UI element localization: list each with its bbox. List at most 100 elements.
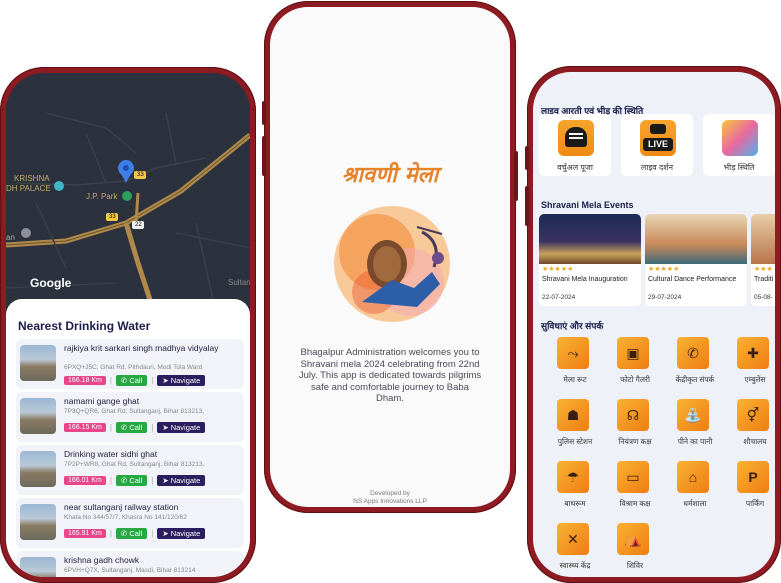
location-thumbnail [20, 345, 56, 381]
distance-badge: 166.18 Km [64, 376, 106, 385]
phone-icon: ✆ [677, 337, 709, 369]
water-tap-icon: ⛲ [677, 399, 709, 431]
phone-right: लाइव आरती एवं भीड़ की स्थिति वर्चुअल पूज… [525, 66, 781, 583]
water-list: rajkiya krit sarkari singh madhya vidyal… [16, 339, 244, 577]
location-name: near sultanganj railway station [64, 502, 179, 512]
event-rating: ★★★ [754, 266, 773, 273]
side-button [262, 136, 266, 176]
location-name: namami gange ghat [64, 396, 140, 406]
list-item[interactable]: near sultanganj railway station Khata No… [16, 498, 244, 548]
location-name: krishna gadh chowk [64, 555, 140, 565]
event-name: Cultural Dance Performance [648, 276, 737, 283]
live-card-virtual-puja[interactable]: वर्चुअल पूजा [539, 114, 611, 176]
events-title: Shravani Mela Events [541, 200, 634, 210]
call-button[interactable]: ✆ Call [115, 422, 148, 433]
list-item[interactable]: namami gange ghat 7P3Q+QR6, Ghat Rd, Sul… [16, 392, 244, 442]
route-number: 22 [135, 222, 142, 228]
navigate-button[interactable]: ➤ Navigate [157, 528, 206, 539]
navigate-button[interactable]: ➤ Navigate [157, 475, 206, 486]
service-health-centre[interactable]: ✕ स्वास्थ्य केंद्र [545, 523, 605, 577]
service-parking[interactable]: P पार्किंग [725, 461, 775, 519]
live-camera-icon: LIVE [640, 120, 676, 156]
location-name: rajkiya krit sarkari singh madhya vidyal… [64, 343, 219, 353]
live-card-label: भीड़ स्थिति [723, 163, 755, 172]
location-name: Drinking water sidhi ghat [64, 449, 158, 459]
list-item[interactable]: Drinking water sidhi ghat 7P2P+WR8, Ghat… [16, 445, 244, 495]
side-button [262, 101, 266, 125]
gallery-icon: ▣ [617, 337, 649, 369]
location-address: 7P3Q+QR6, Ghat Rd, Sultanganj, Bihar 813… [64, 408, 205, 415]
service-bathroom[interactable]: ☂ बाथरूम [545, 461, 605, 519]
side-button [514, 151, 518, 201]
bottom-sheet: Nearest Drinking Water rajkiya krit sark… [6, 299, 250, 577]
event-date: 22-07-2024 [542, 294, 576, 301]
home-screen: लाइव आरती एवं भीड़ की स्थिति वर्चुअल पूज… [533, 72, 775, 577]
phone-left: KRISHNA DH PALACE J.P. Park an Sultani 3… [0, 67, 256, 583]
event-card[interactable]: ★★★★★ Cultural Dance Performance 29-07-2… [645, 214, 747, 306]
location-address: Khata No 344/57/7, Khasra No 141/120/62 [64, 514, 187, 521]
navigate-icon: ➤ [162, 376, 171, 385]
side-button [525, 146, 529, 170]
side-button [525, 186, 529, 226]
map-label: an [6, 233, 15, 242]
map-label: Sultani [228, 278, 250, 287]
location-thumbnail [20, 557, 56, 577]
camp-icon: ⛺ [617, 523, 649, 555]
location-thumbnail [20, 398, 56, 434]
call-button[interactable]: ✆ Call [115, 375, 148, 386]
service-dharamshala[interactable]: ⌂ धर्मशाला [665, 461, 725, 519]
live-badge: LIVE [643, 138, 673, 151]
map-label: KRISHNA [14, 174, 50, 183]
event-image [539, 214, 641, 264]
navigate-button[interactable]: ➤ Navigate [157, 422, 206, 433]
event-date: 29-07-2024 [648, 294, 682, 301]
service-central-contact[interactable]: ✆ केंद्रीकृत संपर्क [665, 337, 725, 395]
service-control-room[interactable]: ☊ नियंत्रण कक्ष [605, 399, 665, 457]
route-number: 33 [137, 172, 144, 178]
developed-by-label: Developed by [370, 490, 410, 497]
event-rating: ★★★★★ [648, 266, 680, 273]
service-photo-gallery[interactable]: ▣ फोटो गैलरी [605, 337, 665, 395]
route-icon: ⤳ [557, 337, 589, 369]
service-mela-route[interactable]: ⤳ मेला रूट [545, 337, 605, 395]
splash-screen: श्रावणी मेला Bhagalpur Administration we… [270, 7, 510, 507]
splash-title: श्रावणी मेला [341, 162, 439, 188]
list-item[interactable]: rajkiya krit sarkari singh madhya vidyal… [16, 339, 244, 389]
map-label: J.P. Park [86, 192, 118, 201]
live-card-live-darshan[interactable]: LIVE लाइव दर्शन [621, 114, 693, 176]
distance-badge: 166.15 Km [64, 423, 106, 432]
navigate-icon: ➤ [162, 423, 171, 432]
service-drinking-water[interactable]: ⛲ पीने का पानी [665, 399, 725, 457]
service-rest-room[interactable]: ▭ विश्राम कक्ष [605, 461, 665, 519]
ambulance-icon: ✚ [737, 337, 769, 369]
service-toilet[interactable]: ⚥ शौचालय [725, 399, 775, 457]
event-card[interactable]: ★★★ Traditi 05-08- [751, 214, 775, 306]
service-camp[interactable]: ⛺ शिविर [605, 523, 665, 577]
shower-icon: ☂ [557, 461, 589, 493]
service-police-station[interactable]: ☗ पुलिस स्टेशन [545, 399, 605, 457]
list-item[interactable]: krishna gadh chowk 6PVH+Q7X, Sultanganj,… [16, 551, 244, 577]
crowd-icon [722, 120, 758, 156]
phone-middle: श्रावणी मेला Bhagalpur Administration we… [262, 1, 518, 513]
services-title: सुविधाएं और संपर्क [541, 321, 604, 331]
event-card[interactable]: ★★★★★ Shravani Mela Inauguration 22-07-2… [539, 214, 641, 306]
route-number: 33 [109, 214, 116, 220]
parking-icon: P [737, 461, 769, 493]
map-label: DH PALACE [6, 184, 51, 193]
map-view[interactable]: KRISHNA DH PALACE J.P. Park an Sultani 3… [6, 73, 250, 318]
navigate-icon: ➤ [162, 529, 171, 538]
sheet-title: Nearest Drinking Water [18, 319, 151, 333]
call-button[interactable]: ✆ Call [115, 475, 148, 486]
live-card-label: वर्चुअल पूजा [557, 163, 593, 172]
call-button[interactable]: ✆ Call [115, 528, 148, 539]
service-ambulance[interactable]: ✚ एम्बुलेंस [725, 337, 775, 395]
live-card-crowd-status[interactable]: भीड़ स्थिति [703, 114, 775, 176]
toilet-icon: ⚥ [737, 399, 769, 431]
phone-left-screen: KRISHNA DH PALACE J.P. Park an Sultani 3… [6, 73, 250, 577]
developer-credit: Developed by NS Apps Innovations LLP [270, 490, 510, 506]
developer-name: NS Apps Innovations LLP [353, 498, 427, 505]
google-logo: Google [30, 276, 72, 290]
navigate-button[interactable]: ➤ Navigate [157, 375, 206, 386]
welcome-text: Bhagalpur Administration welcomes you to… [298, 347, 482, 404]
event-rating: ★★★★★ [542, 266, 574, 273]
